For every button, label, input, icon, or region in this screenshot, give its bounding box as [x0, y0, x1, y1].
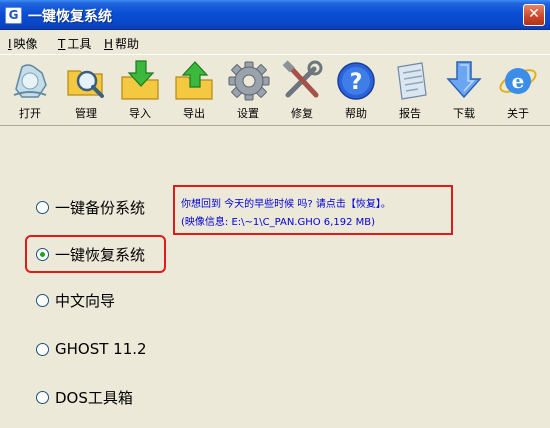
open-icon [13, 64, 47, 98]
download-icon [446, 61, 482, 99]
toolbar-import-button[interactable]: 导入 [114, 59, 166, 125]
svg-text:e: e [512, 69, 525, 93]
option-label: 一键恢复系统 [55, 245, 146, 264]
window-title: 一键恢复系统 [28, 9, 112, 25]
about-icon: e [499, 68, 537, 94]
menu-bar: I 映像 T 工具 H 帮助 [0, 31, 550, 53]
app-icon: G [5, 7, 22, 24]
menu-image[interactable]: I 映像 [8, 35, 38, 52]
export-icon [175, 61, 213, 100]
option-ghost[interactable]: GHOST 11.2 [36, 337, 147, 361]
toolbar-report-button[interactable]: 报告 [384, 59, 436, 125]
toolbar-open-button[interactable]: 打开 [4, 59, 56, 125]
toolbar-settings-button[interactable]: 设置 [222, 59, 274, 125]
radio-button[interactable] [36, 293, 49, 307]
help-icon: ? [337, 62, 375, 100]
radio-button[interactable] [36, 342, 49, 356]
option-label: 中文向导 [55, 291, 116, 310]
manage-icon [67, 70, 104, 98]
info-image-details: (映像信息: E:\~1\C_PAN.GHO 6,192 MB) [181, 217, 376, 228]
info-prompt-text: 你想回到 今天的早些时候 吗? 请点击【恢复】。 [181, 199, 391, 210]
option-dos-toolbox[interactable]: DOS工具箱 [36, 385, 133, 409]
toolbar-download-button[interactable]: 下载 [438, 59, 490, 125]
title-bar: G 一键恢复系统 ✕ [0, 0, 550, 30]
toolbar-help-button[interactable]: ? 帮助 [330, 59, 382, 125]
option-backup[interactable]: 一键备份系统 [36, 195, 145, 219]
option-label: GHOST 11.2 [55, 340, 147, 358]
toolbar-manage-button[interactable]: 管理 [60, 59, 112, 125]
main-panel: 一键备份系统 一键恢复系统 中文向导 GHOST 11.2 DOS工具箱 你想回… [0, 127, 550, 428]
option-label: 一键备份系统 [55, 198, 146, 217]
import-icon [121, 60, 159, 100]
report-icon [397, 62, 427, 100]
close-button[interactable]: ✕ [523, 4, 545, 26]
toolbar-export-button[interactable]: 导出 [168, 59, 220, 125]
svg-text:?: ? [350, 70, 363, 95]
menu-tools[interactable]: T 工具 [58, 35, 91, 52]
toolbar-about-button[interactable]: e 关于 [492, 59, 544, 125]
image-info-box: 你想回到 今天的早些时候 吗? 请点击【恢复】。 (映像信息: E:\~1\C_… [173, 185, 453, 235]
radio-button[interactable] [36, 390, 49, 404]
toolbar-repair-button[interactable]: 修复 [276, 59, 328, 125]
toolbar: 打开 管理 导入 导出 设置 修复 ? 帮助 报告 下载 e 关于 [0, 54, 550, 126]
menu-help[interactable]: H 帮助 [104, 35, 139, 52]
repair-icon [282, 60, 323, 98]
radio-button[interactable] [36, 200, 49, 214]
radio-button-checked[interactable] [36, 247, 49, 261]
option-restore[interactable]: 一键恢复系统 [36, 242, 145, 266]
option-wizard[interactable]: 中文向导 [36, 288, 115, 312]
settings-icon [228, 61, 270, 101]
option-label: DOS工具箱 [55, 388, 133, 407]
